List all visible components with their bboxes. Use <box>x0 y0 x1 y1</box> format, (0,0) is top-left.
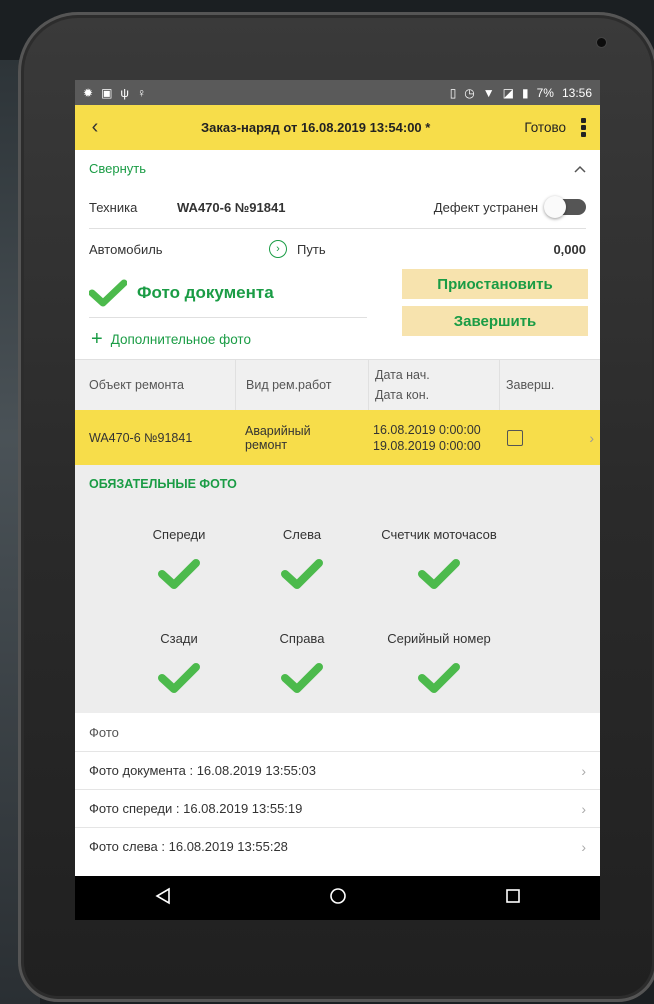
cell-work-type: Аварийный ремонт <box>235 410 367 465</box>
system-nav-bar <box>75 876 600 920</box>
mandatory-photo-label: Спереди <box>152 527 206 542</box>
car-select-icon[interactable]: › <box>269 240 288 258</box>
mandatory-photo-label: Счетчик моточасов <box>381 527 497 542</box>
car-row: Автомобиль › Путь 0,000 <box>75 229 600 269</box>
nav-back-icon[interactable] <box>154 887 172 910</box>
car-label: Автомобиль <box>89 241 163 257</box>
cell-date-start: 16.08.2019 0:00:00 <box>373 422 481 437</box>
column-header-object[interactable]: Объект ремонта <box>75 360 236 410</box>
wifi-icon: ▼ <box>482 85 495 100</box>
defect-fixed-label: Дефект устранен <box>433 199 538 215</box>
suspend-button[interactable]: Приостановить <box>402 269 588 299</box>
mandatory-photo-serial[interactable]: Серийный номер <box>369 631 509 697</box>
mandatory-photo-front[interactable]: Спереди <box>109 527 249 593</box>
equipment-value[interactable]: WA470-6 №91841 <box>177 200 285 215</box>
page-title: Заказ-наряд от 16.08.2019 13:54:00 * <box>200 120 431 135</box>
mandatory-photo-label: Справа <box>279 631 325 646</box>
path-value[interactable]: 0,000 <box>553 242 586 257</box>
column-header-work-type[interactable]: Вид рем.работ <box>236 360 369 410</box>
done-button[interactable]: Готово <box>516 120 574 135</box>
mandatory-photo-hour-meter[interactable]: Счетчик моточасов <box>369 527 509 593</box>
document-area: Фото документа + Дополнительное фото При… <box>75 269 600 359</box>
collapse-row[interactable]: Свернуть <box>75 150 600 186</box>
chevron-up-icon[interactable] <box>574 161 586 176</box>
clock: 13:56 <box>561 85 592 100</box>
photos-section-label: Фото <box>89 724 119 740</box>
chevron-right-icon: › <box>581 800 586 817</box>
battery-percent: 7% <box>536 85 554 100</box>
plus-icon: + <box>91 328 103 350</box>
column-header-done[interactable]: Заверш. <box>500 360 600 410</box>
photo-item-label: Фото документа : 16.08.2019 13:55:03 <box>89 763 316 778</box>
column-header-date-end: Дата кон. <box>375 388 430 402</box>
nav-recents-icon[interactable] <box>504 887 522 910</box>
document-photo-label: Фото документа <box>137 283 274 302</box>
list-item[interactable]: Фото документа : 16.08.2019 13:55:03 › <box>75 751 600 789</box>
more-menu-icon[interactable] <box>574 118 592 137</box>
cell-work-type-line2: ремонт <box>245 437 288 452</box>
checkmark-icon <box>418 663 460 693</box>
vibrate-icon: ▯ <box>449 85 457 100</box>
mandatory-photo-label: Сзади <box>160 631 198 646</box>
no-sim-icon: ◪ <box>502 85 515 100</box>
add-photo-button[interactable]: + Дополнительное фото <box>91 324 251 354</box>
add-photo-label: Дополнительное фото <box>110 331 251 347</box>
front-camera <box>597 38 606 47</box>
mandatory-photo-right[interactable]: Справа <box>232 631 372 697</box>
cell-object: WA470-6 №91841 <box>89 430 193 445</box>
photo-item-label: Фото слева : 16.08.2019 13:55:28 <box>89 839 288 854</box>
list-item[interactable]: Фото спереди : 16.08.2019 13:55:19 › <box>75 789 600 827</box>
usb-icon: ψ <box>120 85 129 100</box>
mandatory-photo-left[interactable]: Слева <box>232 527 372 593</box>
equipment-label: Техника <box>89 199 138 215</box>
android-debug-icon: ♀ <box>136 85 146 100</box>
mandatory-photo-label: Серийный номер <box>387 631 491 646</box>
status-bar: ✹ ▣ ψ ♀ ▯ ◷ ▼ ◪ ▮ 7% 13:56 <box>75 80 600 105</box>
cell-dates: 16.08.2019 0:00:00 19.08.2019 0:00:00 <box>367 410 497 465</box>
app-header: ‹ Заказ-наряд от 16.08.2019 13:54:00 * Г… <box>75 105 600 150</box>
mandatory-photo-back[interactable]: Сзади <box>109 631 249 697</box>
table-row[interactable]: WA470-6 №91841 Аварийный ремонт 16.08.20… <box>75 410 600 465</box>
checkmark-icon <box>158 559 200 589</box>
nav-home-icon[interactable] <box>329 887 347 910</box>
mandatory-photo-label: Слева <box>282 527 322 542</box>
finish-button[interactable]: Завершить <box>402 306 588 336</box>
divider <box>89 317 367 318</box>
checkmark-icon <box>158 663 200 693</box>
column-header-dates[interactable]: Дата нач. Дата кон. <box>369 360 500 410</box>
cell-date-end: 19.08.2019 0:00:00 <box>373 438 481 453</box>
equipment-row: Техника WA470-6 №91841 Дефект устранен <box>75 186 600 228</box>
checkmark-icon <box>281 559 323 589</box>
mandatory-photos-panel: ОБЯЗАТЕЛЬНЫЕ ФОТО Спереди Слева Счетчик … <box>75 465 600 713</box>
done-checkbox[interactable] <box>507 429 523 446</box>
battery-icon: ▮ <box>522 85 529 100</box>
chevron-right-icon[interactable]: › <box>567 410 600 465</box>
notification-icon: ✹ <box>83 85 94 100</box>
image-notification-icon: ▣ <box>101 85 113 100</box>
table-header: Объект ремонта Вид рем.работ Дата нач. Д… <box>75 359 600 410</box>
alarm-icon: ◷ <box>464 85 475 100</box>
checkmark-icon <box>418 559 460 589</box>
document-photo[interactable]: Фото документа <box>89 275 274 311</box>
defect-fixed-toggle[interactable] <box>544 196 586 218</box>
chevron-right-icon: › <box>581 762 586 779</box>
photo-item-label: Фото спереди : 16.08.2019 13:55:19 <box>89 801 303 816</box>
collapse-link[interactable]: Свернуть <box>89 161 146 176</box>
app-screen: ✹ ▣ ψ ♀ ▯ ◷ ▼ ◪ ▮ 7% 13:56 ‹ Заказ-наряд… <box>75 80 600 916</box>
path-label: Путь <box>297 241 326 257</box>
back-icon[interactable]: ‹ <box>75 116 115 139</box>
cell-done <box>497 410 567 465</box>
checkmark-icon <box>281 663 323 693</box>
list-item[interactable]: Фото слева : 16.08.2019 13:55:28 › <box>75 827 600 865</box>
chevron-right-icon: › <box>581 838 586 855</box>
cell-work-type-line1: Аварийный <box>245 423 311 438</box>
mandatory-photos-title: ОБЯЗАТЕЛЬНЫЕ ФОТО <box>89 477 237 491</box>
checkmark-icon <box>89 279 127 307</box>
column-header-date-start: Дата нач. <box>375 368 430 382</box>
